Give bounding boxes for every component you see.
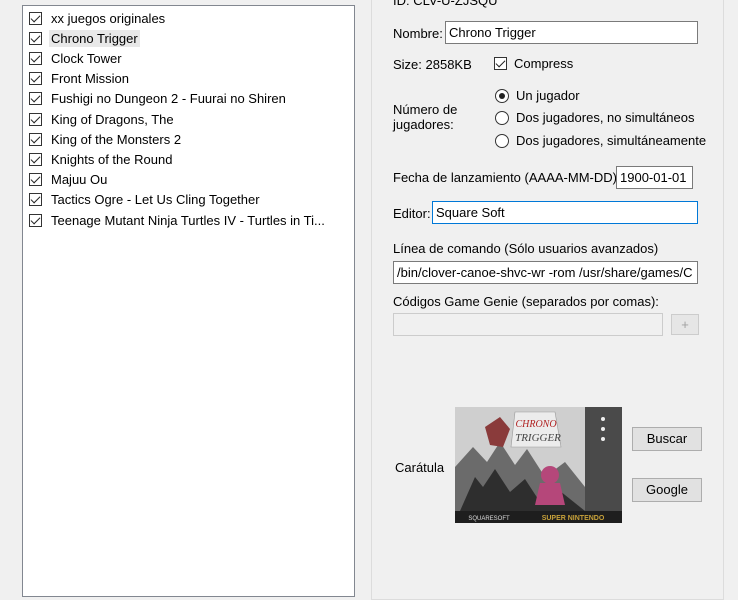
- details-panel: ID: CLV-U-ZJSQU Nombre: Chrono Trigger S…: [371, 0, 724, 600]
- list-item-label: Front Mission: [51, 71, 130, 87]
- cover-image[interactable]: CHRONO TRIGGER SQUARESOFT SUPER NINTENDO: [455, 407, 622, 523]
- list-item-label: Majuu Ou: [51, 172, 108, 188]
- radio-button[interactable]: [495, 133, 509, 148]
- release-date-field[interactable]: 1900-01-01: [616, 166, 693, 189]
- list-item[interactable]: xx juegos originales: [29, 8, 167, 28]
- list-item-label: King of Dragons, The: [51, 111, 174, 127]
- players-option-2[interactable]: Dos jugadores, no simultáneos: [495, 110, 695, 125]
- list-item-checkbox[interactable]: [29, 213, 42, 227]
- list-item-label: Knights of the Round: [51, 151, 173, 167]
- list-item-label: Clock Tower: [51, 50, 122, 66]
- list-item[interactable]: King of Dragons, The: [29, 109, 176, 129]
- cover-platform: SUPER NINTENDO: [542, 515, 605, 522]
- google-cover-button[interactable]: Google: [632, 478, 702, 502]
- list-item-label: xx juegos originales: [51, 10, 166, 26]
- command-line-field[interactable]: /bin/clover-canoe-shvc-wr -rom /usr/shar…: [393, 261, 698, 284]
- list-item-label: Teenage Mutant Ninja Turtles IV - Turtle…: [51, 212, 325, 228]
- list-item[interactable]: Clock Tower: [29, 48, 124, 68]
- players-label-line2: jugadores:: [393, 117, 454, 132]
- players-option-1[interactable]: Un jugador: [495, 88, 580, 103]
- publisher-label: Editor:: [393, 206, 431, 221]
- list-item-checkbox[interactable]: [29, 51, 42, 65]
- compress-checkbox[interactable]: Compress: [494, 56, 573, 71]
- name-label: Nombre:: [393, 26, 443, 41]
- publisher-field[interactable]: Square Soft: [432, 201, 698, 224]
- players-option-1-label: Un jugador: [516, 88, 580, 103]
- players-option-3-label: Dos jugadores, simultáneamente: [516, 133, 707, 148]
- list-item[interactable]: Front Mission: [29, 69, 131, 89]
- game-genie-label: Códigos Game Genie (separados por comas)…: [393, 294, 659, 309]
- list-item-checkbox[interactable]: [29, 11, 42, 25]
- name-field[interactable]: Chrono Trigger: [445, 21, 698, 44]
- radio-button[interactable]: [495, 110, 509, 125]
- add-genie-code-button[interactable]: +: [671, 314, 699, 335]
- list-item[interactable]: Teenage Mutant Ninja Turtles IV - Turtle…: [29, 210, 327, 230]
- list-item-label: Tactics Ogre - Let Us Cling Together: [51, 192, 260, 208]
- radio-button[interactable]: [495, 88, 509, 103]
- cover-publisher: SQUARESOFT: [468, 516, 510, 522]
- list-item-label: King of the Monsters 2: [51, 131, 182, 147]
- list-item[interactable]: Majuu Ou: [29, 170, 109, 190]
- list-item-checkbox[interactable]: [29, 31, 42, 45]
- list-item-label: Chrono Trigger: [49, 29, 140, 47]
- cover-logo-line1: CHRONO: [515, 419, 556, 430]
- command-line-label: Línea de comando (Sólo usuarios avanzado…: [393, 241, 659, 256]
- game-list[interactable]: xx juegos originales Chrono Trigger Clock …: [22, 5, 355, 597]
- search-cover-button[interactable]: Buscar: [632, 427, 702, 451]
- list-item[interactable]: Tactics Ogre - Let Us Cling Together: [29, 190, 262, 210]
- cover-logo-line2: TRIGGER: [515, 432, 561, 444]
- list-item-checkbox[interactable]: [29, 92, 42, 106]
- list-item-checkbox[interactable]: [29, 132, 42, 146]
- list-item-checkbox[interactable]: [29, 193, 42, 207]
- list-item-checkbox[interactable]: [29, 112, 42, 126]
- list-item[interactable]: Knights of the Round: [29, 149, 174, 169]
- list-item-checkbox[interactable]: [29, 173, 42, 187]
- list-item-checkbox[interactable]: [29, 152, 42, 166]
- players-option-3[interactable]: Dos jugadores, simultáneamente: [495, 133, 706, 148]
- list-item-label: Fushigi no Dungeon 2 - Fuurai no Shiren: [51, 91, 286, 107]
- game-id-label: ID: CLV-U-ZJSQU: [393, 0, 498, 8]
- list-item[interactable]: Fushigi no Dungeon 2 - Fuurai no Shiren: [29, 89, 288, 109]
- cover-label: Carátula: [395, 460, 445, 475]
- list-item-checkbox[interactable]: [29, 72, 42, 86]
- players-label: Número de jugadores:: [393, 102, 457, 132]
- players-label-line1: Número de: [393, 102, 458, 117]
- release-date-label: Fecha de lanzamiento (AAAA-MM-DD): [393, 170, 617, 185]
- cover-art-svg: CHRONO TRIGGER SQUARESOFT SUPER NINTENDO: [455, 407, 622, 523]
- list-item[interactable]: King of the Monsters 2: [29, 129, 183, 149]
- compress-label: Compress: [514, 56, 574, 71]
- players-option-2-label: Dos jugadores, no simultáneos: [516, 110, 695, 125]
- size-label: Size: 2858KB: [393, 57, 472, 72]
- list-item[interactable]: Chrono Trigger: [29, 28, 140, 48]
- compress-check-box[interactable]: [494, 57, 507, 70]
- game-genie-field[interactable]: [393, 313, 663, 336]
